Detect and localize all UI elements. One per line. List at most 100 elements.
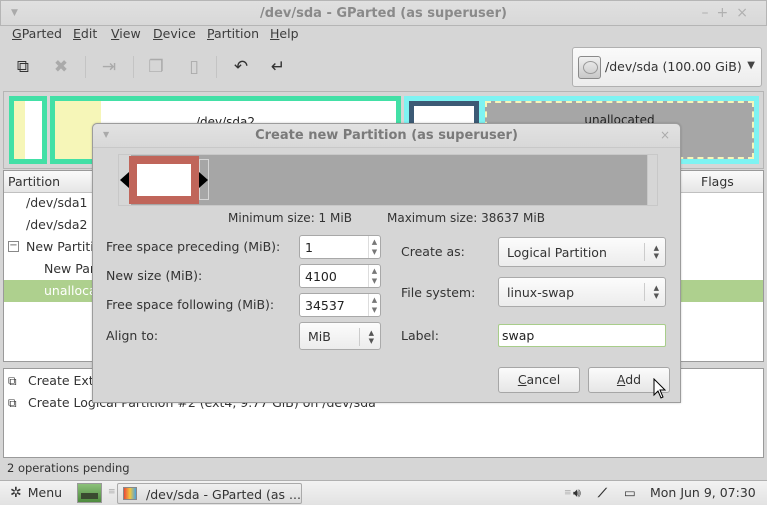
resize-handle-right[interactable] (199, 172, 208, 188)
chevron-down-icon: ▼ (747, 60, 755, 71)
free-following-spinner[interactable]: ▲▼ (299, 293, 381, 317)
spinner-arrows-icon[interactable]: ▲ ▼ (368, 294, 380, 316)
dialog-title: Create new Partition (as superuser) (255, 128, 518, 143)
menu-device[interactable]: Device (153, 26, 196, 41)
toolbar-separator (85, 56, 86, 78)
undo-button[interactable]: ↶ (228, 54, 254, 80)
window-controls: –+× (702, 5, 756, 21)
device-selector[interactable]: /dev/sda (100.00 GiB) ▼ (572, 47, 762, 87)
close-button[interactable]: × (736, 5, 756, 21)
new-partition-icon: ⧉ (16, 57, 30, 77)
free-preceding-input[interactable] (300, 236, 366, 258)
used-space (14, 101, 25, 159)
create-as-label: Create as: (401, 244, 465, 259)
free-preceding-spinner[interactable]: ▲▼ (299, 235, 381, 259)
menu-partition[interactable]: Partition (207, 26, 259, 41)
new-size-spinner[interactable]: ▲▼ (299, 264, 381, 288)
collapse-icon[interactable]: − (8, 241, 19, 252)
menu-edit[interactable]: Edit (73, 26, 97, 41)
maximize-button[interactable]: + (717, 5, 737, 21)
align-to-label: Align to: (106, 328, 159, 343)
disk-map-partition-sda1[interactable] (9, 96, 47, 164)
volume-icon[interactable]: 🔊︎ (573, 485, 581, 501)
harddisk-icon (578, 56, 601, 79)
clock[interactable]: Mon Jun 9, 07:30 (650, 485, 756, 500)
new-partition-block[interactable] (129, 156, 199, 204)
show-desktop-button[interactable] (77, 483, 102, 503)
start-menu-label: Menu (27, 485, 63, 500)
gear-icon: ✲ (10, 485, 22, 501)
delete-icon: ✖ (53, 57, 69, 77)
column-header-flags[interactable]: Flags (701, 174, 734, 189)
spinner-arrows-icon[interactable]: ▲ ▼ (368, 236, 380, 258)
resize-move-icon: ⇥ (101, 57, 117, 77)
mouse-cursor-icon (653, 378, 667, 399)
menu-help[interactable]: Help (270, 26, 299, 41)
file-system-select[interactable]: linux-swap ▲ ▼ (498, 277, 666, 307)
label-field[interactable] (498, 324, 666, 347)
gparted-app-icon (123, 487, 137, 500)
combo-arrows-icon: ▲ ▼ (368, 329, 374, 345)
delete-button[interactable]: ✖ (48, 54, 74, 80)
maximum-size-label: Maximum size: 38637 MiB (387, 211, 545, 225)
copy-icon: ❐ (148, 57, 164, 77)
minimize-button[interactable]: – (702, 5, 717, 21)
combo-arrows-icon: ▲ ▼ (653, 284, 659, 300)
toolbar-separator (216, 56, 217, 78)
apply-icon: ↵ (270, 57, 286, 77)
undo-icon: ↶ (233, 57, 249, 77)
combo-separator (644, 283, 645, 301)
taskbar-window-title: /dev/sda - GParted (as ... (146, 487, 301, 502)
combo-separator (359, 328, 360, 346)
paste-icon: ▯ (189, 57, 199, 77)
apply-button[interactable]: ↵ (265, 54, 291, 80)
file-system-label: File system: (401, 285, 476, 300)
status-text: 2 operations pending (7, 461, 130, 475)
column-header-partition[interactable]: Partition (8, 174, 60, 189)
spinner-arrows-icon[interactable]: ▲ ▼ (368, 265, 380, 287)
resizer-end (647, 155, 657, 205)
resize-move-button[interactable]: ⇥ (96, 54, 122, 80)
new-partition-icon: ⧉ (8, 374, 17, 388)
partition-name: /dev/sda2 (26, 217, 88, 232)
taskbar: ✲ Menu ≡ /dev/sda - GParted (as ... ≡ 🔊︎ … (0, 480, 767, 505)
window-title: /dev/sda - GParted (as superuser) (260, 6, 507, 21)
taskbar-window-button[interactable]: /dev/sda - GParted (as ... (117, 483, 302, 504)
new-partition-button[interactable]: ⧉ (10, 54, 36, 80)
create-as-value: Logical Partition (507, 245, 607, 260)
create-as-select[interactable]: Logical Partition ▲ ▼ (498, 237, 666, 267)
file-system-value: linux-swap (507, 285, 575, 300)
panel-grip-icon: ≡ (108, 487, 116, 497)
align-to-select[interactable]: MiB ▲ ▼ (299, 322, 381, 350)
create-partition-dialog: ▼ Create new Partition (as superuser) × … (92, 123, 681, 403)
resize-handle-left[interactable] (120, 172, 129, 188)
new-size-label: New size (MiB): (106, 268, 203, 283)
dialog-titlebar: ▼ Create new Partition (as superuser) × (93, 124, 680, 148)
label-field-label: Label: (401, 328, 439, 343)
label-input[interactable] (499, 325, 665, 346)
free-following-input[interactable] (300, 294, 366, 316)
partition-resizer[interactable] (118, 154, 658, 206)
start-menu-button[interactable]: ✲ Menu (10, 485, 62, 501)
minimum-size-label: Minimum size: 1 MiB (228, 211, 352, 225)
menubar: GParted Edit View Device Partition Help (0, 24, 767, 46)
menu-view[interactable]: View (111, 26, 141, 41)
cancel-button[interactable]: Cancel (498, 367, 580, 393)
toolbar-separator (133, 56, 134, 78)
network-icon[interactable]: ⟋ (598, 485, 607, 501)
combo-arrows-icon: ▲ ▼ (653, 244, 659, 260)
new-size-input[interactable] (300, 265, 366, 287)
battery-icon[interactable]: ▭ (624, 485, 636, 500)
window-titlebar: ▼ /dev/sda - GParted (as superuser) –+× (0, 0, 767, 26)
combo-separator (644, 243, 645, 261)
menu-gparted[interactable]: GParted (12, 26, 62, 41)
panel-grip-icon: ≡ (564, 488, 572, 498)
paste-button[interactable]: ▯ (181, 54, 207, 80)
dialog-close-button[interactable]: × (660, 128, 670, 142)
align-to-value: MiB (308, 329, 331, 344)
partition-name: /dev/sda1 (26, 195, 88, 210)
free-preceding-label: Free space preceding (MiB): (106, 239, 281, 254)
free-following-label: Free space following (MiB): (106, 297, 275, 312)
copy-button[interactable]: ❐ (143, 54, 169, 80)
new-partition-icon: ⧉ (8, 396, 17, 410)
